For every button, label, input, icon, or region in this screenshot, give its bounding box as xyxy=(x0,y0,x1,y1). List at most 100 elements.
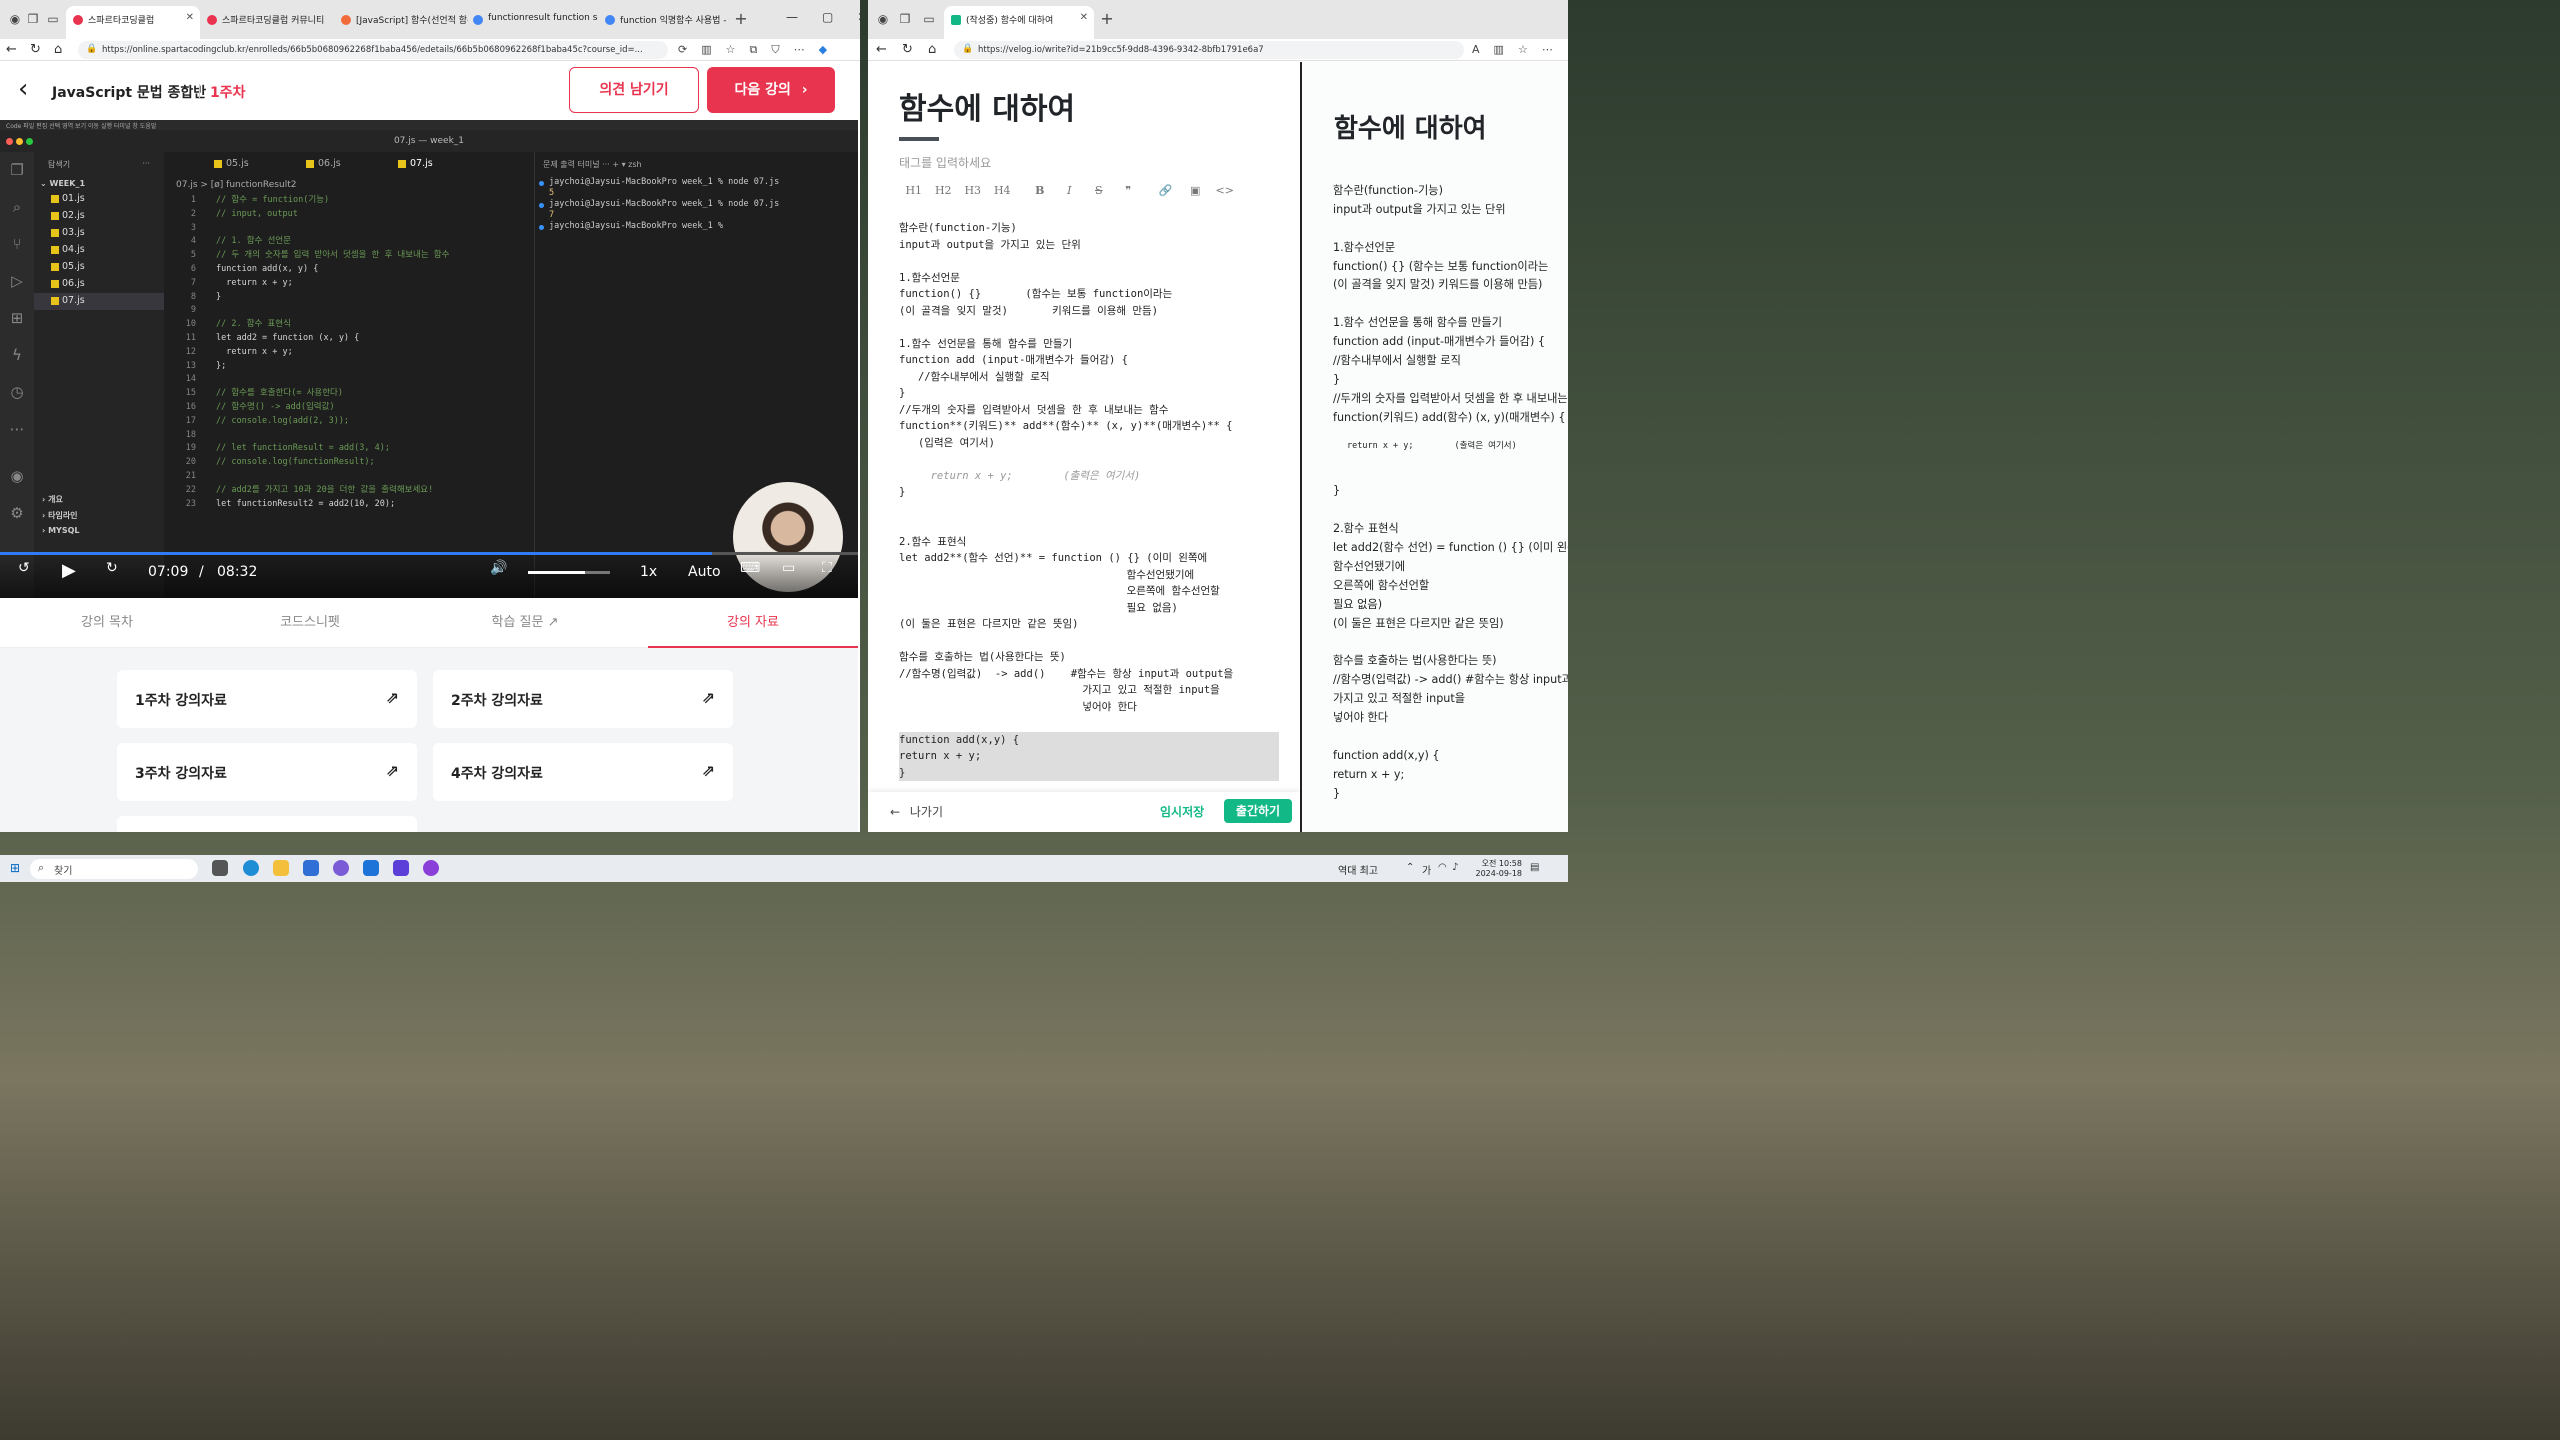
back-icon[interactable]: ← xyxy=(876,42,887,57)
code-icon[interactable]: <> xyxy=(1210,184,1240,197)
taskbar-search[interactable]: ⌕ 찾기 xyxy=(30,859,198,879)
copilot-icon[interactable]: ◆ xyxy=(819,43,827,57)
shield-icon[interactable]: ⛉ xyxy=(771,43,779,57)
wifi-icon[interactable]: ◠ xyxy=(1438,862,1447,873)
chevron-up-icon[interactable]: ⌃ xyxy=(1406,862,1414,873)
ime-icon[interactable]: 가 xyxy=(1422,862,1431,877)
close-icon[interactable]: ✕ xyxy=(186,12,194,23)
more-icon[interactable]: ⋯ xyxy=(1542,43,1553,56)
tab-questions[interactable]: 학습 질문 ↗ xyxy=(418,598,632,648)
tab-lecture-list[interactable]: 강의 목차 xyxy=(0,598,214,648)
vscode-icon[interactable] xyxy=(363,860,379,876)
exit-button[interactable]: ← 나가기 xyxy=(890,803,943,820)
left-tab-3[interactable]: [JavaScript] 함수(선언적 함수 xyxy=(334,6,468,39)
tab-materials[interactable]: 강의 자료 xyxy=(648,598,858,648)
material-card-week4[interactable]: 4주차 강의자료 ⇗ xyxy=(433,743,733,801)
velog-tab[interactable]: (작성중) 함수에 대하여 ✕ xyxy=(944,6,1094,39)
strikethrough-icon[interactable]: S xyxy=(1084,184,1114,197)
new-tab-button[interactable]: + xyxy=(734,11,748,27)
edge-icon[interactable] xyxy=(243,860,259,876)
more-icon[interactable]: ⋯ xyxy=(794,43,805,57)
refresh-icon[interactable]: ↻ xyxy=(30,42,41,57)
split-screen-icon[interactable]: ▥ xyxy=(1494,43,1504,56)
arrow-left-icon[interactable]: ‹ xyxy=(18,76,28,102)
quality-selector[interactable]: Auto xyxy=(688,564,721,580)
bold-icon[interactable]: B xyxy=(1025,184,1055,197)
rewind-10-icon[interactable]: ↺ xyxy=(18,560,30,576)
task-view-icon[interactable] xyxy=(212,860,228,876)
material-label: 3주차 강의자료 xyxy=(135,766,227,782)
app-icon[interactable] xyxy=(423,860,439,876)
tab-actions-icon[interactable]: ▭ xyxy=(46,12,60,26)
save-draft-button[interactable]: 임시저장 xyxy=(1160,803,1204,820)
heading4-icon[interactable]: H4 xyxy=(988,184,1018,197)
feedback-button[interactable]: 의견 남기기 xyxy=(569,67,699,113)
close-icon[interactable]: ✕ xyxy=(1080,12,1088,23)
windows-start-icon[interactable]: ⊞ xyxy=(10,861,20,875)
notification-icon[interactable]: ▤ xyxy=(1530,862,1539,873)
heading3-icon[interactable]: H3 xyxy=(958,184,988,197)
read-aloud-icon[interactable]: A xyxy=(1472,43,1480,56)
workspaces-icon[interactable]: ❐ xyxy=(898,12,912,26)
weather-widget[interactable]: 역대 최고 xyxy=(1338,862,1378,877)
volume-icon[interactable]: 🔊 xyxy=(490,560,507,576)
left-tab-1[interactable]: 스파르타코딩클럽 ✕ xyxy=(66,6,200,39)
close-window-icon[interactable]: ✕ xyxy=(857,10,860,24)
heading2-icon[interactable]: H2 xyxy=(929,184,959,197)
markdown-line: } xyxy=(899,387,906,399)
tab-actions-icon[interactable]: ▭ xyxy=(922,12,936,26)
progress-bar[interactable] xyxy=(0,552,858,555)
link-icon[interactable]: 🔗 xyxy=(1151,184,1181,197)
fullscreen-icon[interactable]: ⛶ xyxy=(822,560,832,576)
url-input[interactable]: 🔒 https://online.spartacodingclub.kr/enr… xyxy=(78,41,668,59)
tag-input[interactable]: 태그를 입력하세요 xyxy=(899,154,991,171)
maximize-icon[interactable]: ▢ xyxy=(822,10,833,24)
video-player[interactable]: Code 파일 편집 선택 영역 보기 이동 실행 터미널 창 도움말 07.j… xyxy=(0,120,858,598)
left-tab-5[interactable]: function 익명함수 사용법 - G xyxy=(598,6,730,39)
home-icon[interactable]: ⌂ xyxy=(928,42,936,57)
material-card-week1[interactable]: 1주차 강의자료 ⇗ xyxy=(117,670,417,728)
clock-time[interactable]: 오전 10:58 xyxy=(1466,858,1522,869)
editor-tab-active: 07.js xyxy=(394,152,482,176)
playback-speed[interactable]: 1x xyxy=(640,564,657,580)
markdown-editor[interactable]: 함수란(function-기능) input과 output을 가지고 있는 단위… xyxy=(899,220,1279,781)
subtitles-icon[interactable]: ⌨ xyxy=(740,560,760,576)
quote-icon[interactable]: ❞ xyxy=(1114,184,1144,197)
post-title-input[interactable]: 함수에 대하여 xyxy=(899,84,1075,128)
favorites-icon[interactable]: ☆ xyxy=(1518,43,1528,56)
forward-10-icon[interactable]: ↻ xyxy=(106,560,118,576)
left-tab-4[interactable]: functionresult function soluti xyxy=(466,6,598,39)
speaker-icon[interactable]: ♪ xyxy=(1452,862,1458,873)
publish-button[interactable]: 출간하기 xyxy=(1224,799,1292,823)
play-icon[interactable]: ▶ xyxy=(62,560,76,581)
tab-code-snippet[interactable]: 코드스니펫 xyxy=(203,598,417,648)
clock-date[interactable]: 2024-09-18 xyxy=(1466,869,1523,878)
profile-icon[interactable]: ◉ xyxy=(8,12,22,26)
theater-mode-icon[interactable]: ▭ xyxy=(782,560,795,576)
material-card-week3[interactable]: 3주차 강의자료 ⇗ xyxy=(117,743,417,801)
image-icon[interactable]: ▣ xyxy=(1181,184,1211,197)
store-icon[interactable] xyxy=(303,860,319,876)
favorites-icon[interactable]: ☆ xyxy=(726,43,736,57)
material-card-more[interactable] xyxy=(117,816,417,832)
home-icon[interactable]: ⌂ xyxy=(54,42,62,57)
next-lecture-button[interactable]: 다음 강의 › xyxy=(707,67,835,113)
url-input[interactable]: 🔒 https://velog.io/write?id=21b9cc5f-9dd… xyxy=(954,41,1464,59)
italic-icon[interactable]: I xyxy=(1055,184,1085,197)
left-tab-2[interactable]: 스파르타코딩클럽 커뮤니티 xyxy=(200,6,334,39)
split-screen-icon[interactable]: ▥ xyxy=(701,43,711,57)
minimize-icon[interactable]: — xyxy=(786,10,798,24)
extension-icon[interactable]: ⟳ xyxy=(678,43,687,57)
refresh-icon[interactable]: ↻ xyxy=(902,42,913,57)
profile-icon[interactable]: ◉ xyxy=(876,12,890,26)
app-icon[interactable] xyxy=(393,860,409,876)
collections-icon[interactable]: ⧉ xyxy=(750,43,758,57)
volume-slider[interactable] xyxy=(528,571,610,574)
workspaces-icon[interactable]: ❐ xyxy=(26,12,40,26)
app-icon[interactable] xyxy=(333,860,349,876)
new-tab-button[interactable]: + xyxy=(1100,11,1114,27)
back-icon[interactable]: ← xyxy=(6,42,17,57)
heading1-icon[interactable]: H1 xyxy=(899,184,929,197)
material-card-week2[interactable]: 2주차 강의자료 ⇗ xyxy=(433,670,733,728)
file-explorer-icon[interactable] xyxy=(273,860,289,876)
